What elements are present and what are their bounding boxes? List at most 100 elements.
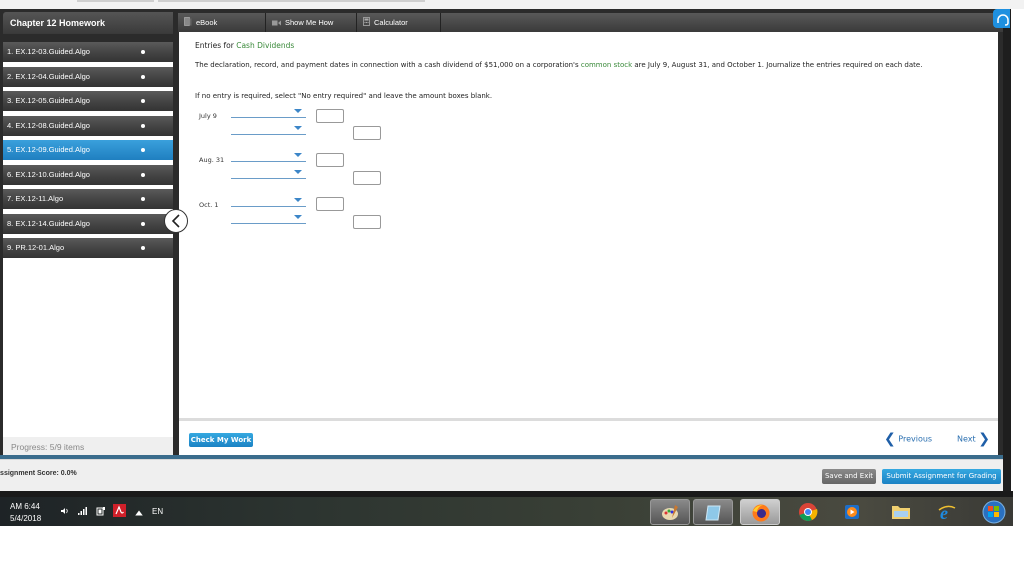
account-dropdown[interactable] [231, 198, 306, 207]
signal-icon[interactable] [77, 506, 87, 516]
window-edge [1003, 9, 1011, 491]
browser-tab-strip [0, 0, 1024, 9]
system-clock[interactable]: AM 6:44 5/4/2018 [10, 501, 41, 525]
file-explorer-icon [892, 506, 910, 519]
question-instructions: The declaration, record, and payment dat… [195, 59, 985, 72]
calculator-icon [363, 14, 370, 33]
next-button[interactable]: Next ❯ [957, 431, 990, 448]
ebook-button[interactable]: eBook [178, 13, 266, 32]
support-button[interactable] [993, 9, 1010, 28]
sidebar-item-4[interactable]: 4. EX.12-08.Guided.Algo [3, 115, 173, 136]
collapse-sidebar-button[interactable] [164, 209, 188, 233]
title-prefix: Entries for [195, 41, 237, 50]
show-hidden-icon[interactable] [134, 508, 144, 518]
notepad-icon [705, 505, 721, 521]
sidebar-item-9[interactable]: 9. PR.12-01.Algo [3, 238, 173, 258]
sidebar-item-label: 8. EX.12-14.Guided.Algo [7, 218, 90, 228]
assignment-score: Assignment Score: 0.0% [0, 470, 77, 477]
dropdown-arrow-icon [294, 198, 302, 202]
battery-icon[interactable] [96, 506, 106, 516]
volume-icon[interactable] [60, 506, 70, 516]
sidebar-item-2[interactable]: 2. EX.12-04.Guided.Algo [3, 66, 173, 87]
taskbar-media-player[interactable] [832, 499, 872, 525]
common-stock-link[interactable]: common stock [581, 61, 632, 69]
browser-tab[interactable] [77, 0, 154, 2]
clock-date: 5/4/2018 [10, 514, 42, 523]
avira-icon[interactable] [113, 504, 126, 517]
debit-amount-input[interactable] [316, 153, 344, 167]
calculator-label: Calculator [374, 18, 408, 27]
sidebar-item-8[interactable]: 8. EX.12-14.Guided.Algo [3, 213, 173, 234]
debit-amount-input[interactable] [316, 197, 344, 211]
account-dropdown[interactable] [231, 170, 306, 179]
assignment-score-text: Assignment Score: 0.0% [0, 470, 77, 477]
paint-icon [662, 505, 678, 520]
account-dropdown[interactable] [231, 215, 306, 224]
question-title: Entries for Cash Dividends [195, 41, 294, 50]
account-dropdown[interactable] [231, 153, 306, 162]
credit-amount-input[interactable] [353, 171, 381, 185]
question-footer: Check My Work ❮ Previous Next ❯ [179, 421, 998, 455]
book-icon [184, 14, 192, 33]
status-dot-icon [141, 74, 145, 79]
status-dot-icon [141, 148, 145, 152]
sidebar-item-label: 1. EX.12-03.Guided.Algo [7, 47, 90, 56]
sidebar-item-1[interactable]: 1. EX.12-03.Guided.Algo [3, 42, 173, 62]
account-dropdown[interactable] [231, 109, 306, 118]
sidebar-item-label: 7. EX.12-11.Algo [7, 194, 64, 203]
media-player-icon [845, 505, 859, 519]
sidebar-item-label: 3. EX.12-05.Guided.Algo [7, 96, 90, 105]
next-label: Next [957, 434, 976, 444]
account-dropdown[interactable] [231, 126, 306, 135]
show-me-how-button[interactable]: Show Me How [266, 13, 357, 32]
status-dot-icon [141, 50, 145, 54]
sidebar-item-3[interactable]: 3. EX.12-05.Guided.Algo [3, 91, 173, 111]
credit-amount-input[interactable] [353, 126, 381, 140]
sidebar-item-6[interactable]: 6. EX.12-10.Guided.Algo [3, 164, 173, 185]
tool-bar: eBook Show Me How Calculator [178, 13, 1003, 32]
previous-button[interactable]: ❮ Previous [884, 431, 932, 448]
ebook-label: eBook [196, 18, 218, 27]
language-indicator[interactable]: EN [152, 507, 163, 516]
sidebar-item-label: 4. EX.12-08.Guided.Algo [7, 120, 90, 130]
chevron-right-icon: ❯ [978, 431, 990, 447]
instructions-text-cont: are July 9, August 31, and October 1. Jo… [632, 61, 923, 69]
submit-assignment-button[interactable]: Submit Assignment for Grading [882, 469, 1001, 484]
chevron-left-icon: ❮ [884, 431, 896, 447]
dropdown-arrow-icon [294, 170, 302, 174]
dropdown-arrow-icon [294, 215, 302, 219]
headset-icon [997, 14, 1009, 26]
entry-date-oct-1: Oct. 1 [199, 201, 219, 209]
previous-label: Previous [898, 434, 933, 444]
save-and-exit-button[interactable]: Save and Exit [822, 469, 876, 484]
sidebar-item-label: 5. EX.12-09.Guided.Algo [7, 145, 90, 154]
sidebar-item-label: 6. EX.12-10.Guided.Algo [7, 169, 90, 179]
windows-start-button[interactable] [974, 499, 1014, 525]
screen: Chapter 12 Homework 1. EX.12-03.Guided.A… [0, 0, 1024, 576]
check-my-work-button[interactable]: Check My Work [189, 433, 253, 447]
taskbar-notepad[interactable] [693, 499, 733, 525]
taskbar-chrome[interactable] [788, 499, 828, 525]
taskbar-internet-explorer[interactable]: e [927, 499, 967, 525]
chrome-icon [799, 503, 818, 521]
question-content: Entries for Cash Dividends The declarati… [179, 32, 998, 418]
browser-address-bar[interactable] [158, 0, 425, 2]
sidebar-item-7[interactable]: 7. EX.12-11.Algo [3, 189, 173, 209]
taskbar-paint[interactable] [650, 499, 690, 525]
show-me-how-label: Show Me How [285, 18, 334, 27]
chevron-left-icon [171, 214, 180, 228]
debit-amount-input[interactable] [316, 109, 344, 123]
taskbar-firefox[interactable] [740, 499, 780, 525]
status-dot-icon [141, 99, 145, 103]
sidebar-item-5[interactable]: 5. EX.12-09.Guided.Algo [3, 140, 173, 160]
dropdown-arrow-icon [294, 153, 302, 157]
internet-explorer-icon: e [938, 503, 956, 522]
credit-amount-input[interactable] [353, 215, 381, 229]
calculator-button[interactable]: Calculator [357, 13, 441, 32]
entry-date-aug-31: Aug. 31 [199, 156, 225, 164]
windows-taskbar: AM 6:44 5/4/2018 EN e [0, 491, 1013, 526]
cash-dividends-link[interactable]: Cash Dividends [236, 41, 294, 50]
status-dot-icon [141, 123, 145, 128]
status-dot-icon [141, 172, 145, 177]
taskbar-file-explorer[interactable] [880, 499, 920, 525]
